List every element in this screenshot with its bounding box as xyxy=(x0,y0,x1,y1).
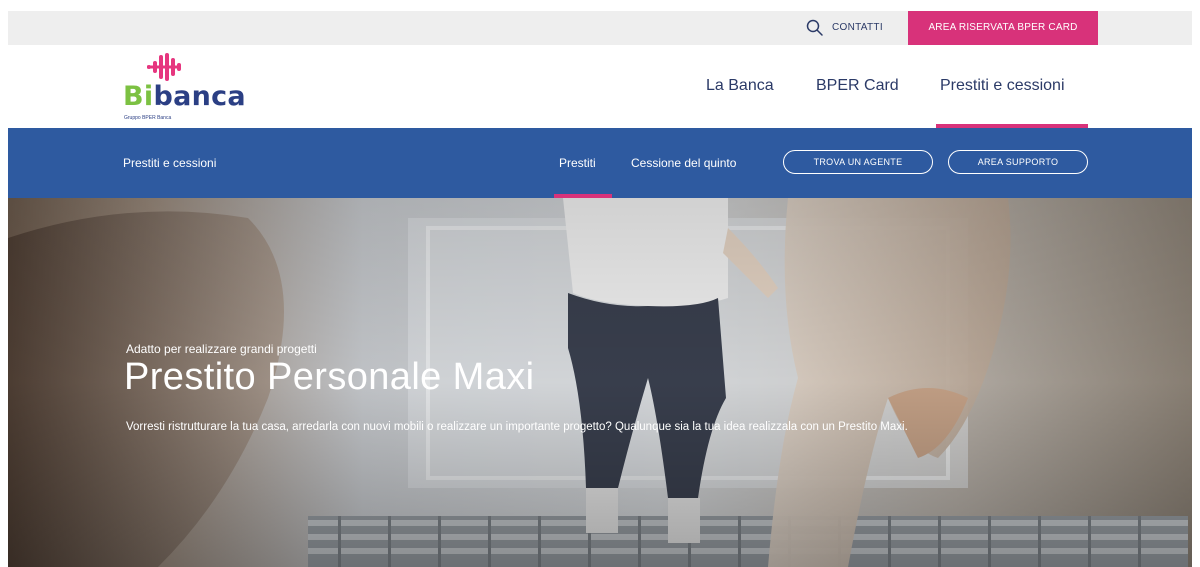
search-icon[interactable] xyxy=(805,18,825,38)
nav-item-prestiti-e-cessioni[interactable]: Prestiti e cessioni xyxy=(940,77,1065,95)
reserved-area-button[interactable]: AREA RISERVATA BPER CARD xyxy=(908,11,1098,45)
find-agent-button[interactable]: TROVA UN AGENTE xyxy=(783,150,933,174)
sub-nav: Prestiti e cessioni Prestiti Cessione de… xyxy=(8,128,1192,198)
logo-bi-text: Bi xyxy=(123,81,154,112)
nav-item-bper-card[interactable]: BPER Card xyxy=(816,77,899,95)
logo-wave-icon xyxy=(147,53,181,81)
page: CONTATTI AREA RISERVATA BPER CARD Bibanc… xyxy=(0,0,1200,567)
main-header: Bibanca Gruppo BPER Banca La Banca BPER … xyxy=(8,45,1192,128)
hero-eyebrow: Adatto per realizzare grandi progetti xyxy=(126,342,317,356)
logo-banca-text: banca xyxy=(153,81,246,112)
hero-title: Prestito Personale Maxi xyxy=(124,356,535,398)
support-area-button[interactable]: AREA SUPPORTO xyxy=(948,150,1088,174)
nav-item-la-banca[interactable]: La Banca xyxy=(706,77,774,95)
bibanca-logo[interactable]: Bibanca Gruppo BPER Banca xyxy=(123,53,253,121)
hero-description: Vorresti ristrutturare la tua casa, arre… xyxy=(126,421,908,433)
sub-nav-cessione-del-quinto[interactable]: Cessione del quinto xyxy=(631,156,736,170)
site-frame: CONTATTI AREA RISERVATA BPER CARD Bibanc… xyxy=(8,11,1192,567)
hero-banner: Adatto per realizzare grandi progetti Pr… xyxy=(8,198,1192,567)
utility-bar: CONTATTI AREA RISERVATA BPER CARD xyxy=(8,11,1192,45)
sub-nav-title[interactable]: Prestiti e cessioni xyxy=(123,156,216,170)
sub-nav-prestiti[interactable]: Prestiti xyxy=(559,156,596,170)
logo-wordmark: Bibanca xyxy=(123,81,246,112)
contact-link[interactable]: CONTATTI xyxy=(832,11,883,45)
logo-subtitle: Gruppo BPER Banca xyxy=(124,115,172,121)
